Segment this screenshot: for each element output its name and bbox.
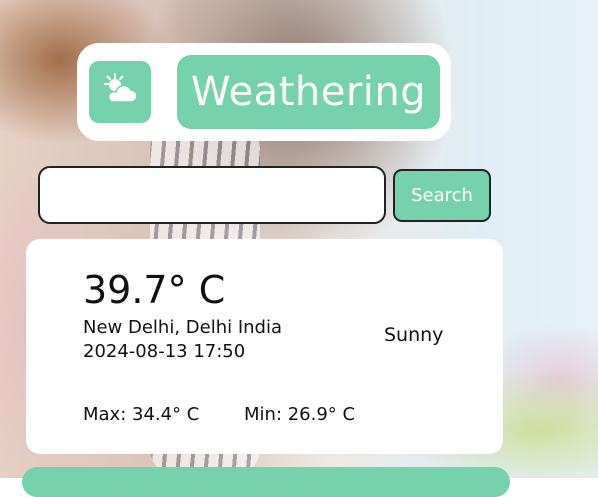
next-card	[22, 467, 510, 497]
search-button[interactable]: Search	[393, 169, 491, 222]
temperature: 39.7° C	[83, 268, 226, 312]
min-temperature: Min: 26.9° C	[244, 404, 356, 425]
datetime: 2024-08-13 17:50	[83, 341, 246, 362]
search-input[interactable]	[38, 166, 386, 224]
max-temperature: Max: 34.4° C	[83, 404, 200, 425]
app-logo	[89, 61, 151, 123]
app-title: Weathering	[177, 55, 440, 129]
cloud-sun-icon	[100, 70, 140, 114]
weather-condition: Sunny	[384, 324, 444, 346]
location: New Delhi, Delhi India	[83, 317, 283, 338]
